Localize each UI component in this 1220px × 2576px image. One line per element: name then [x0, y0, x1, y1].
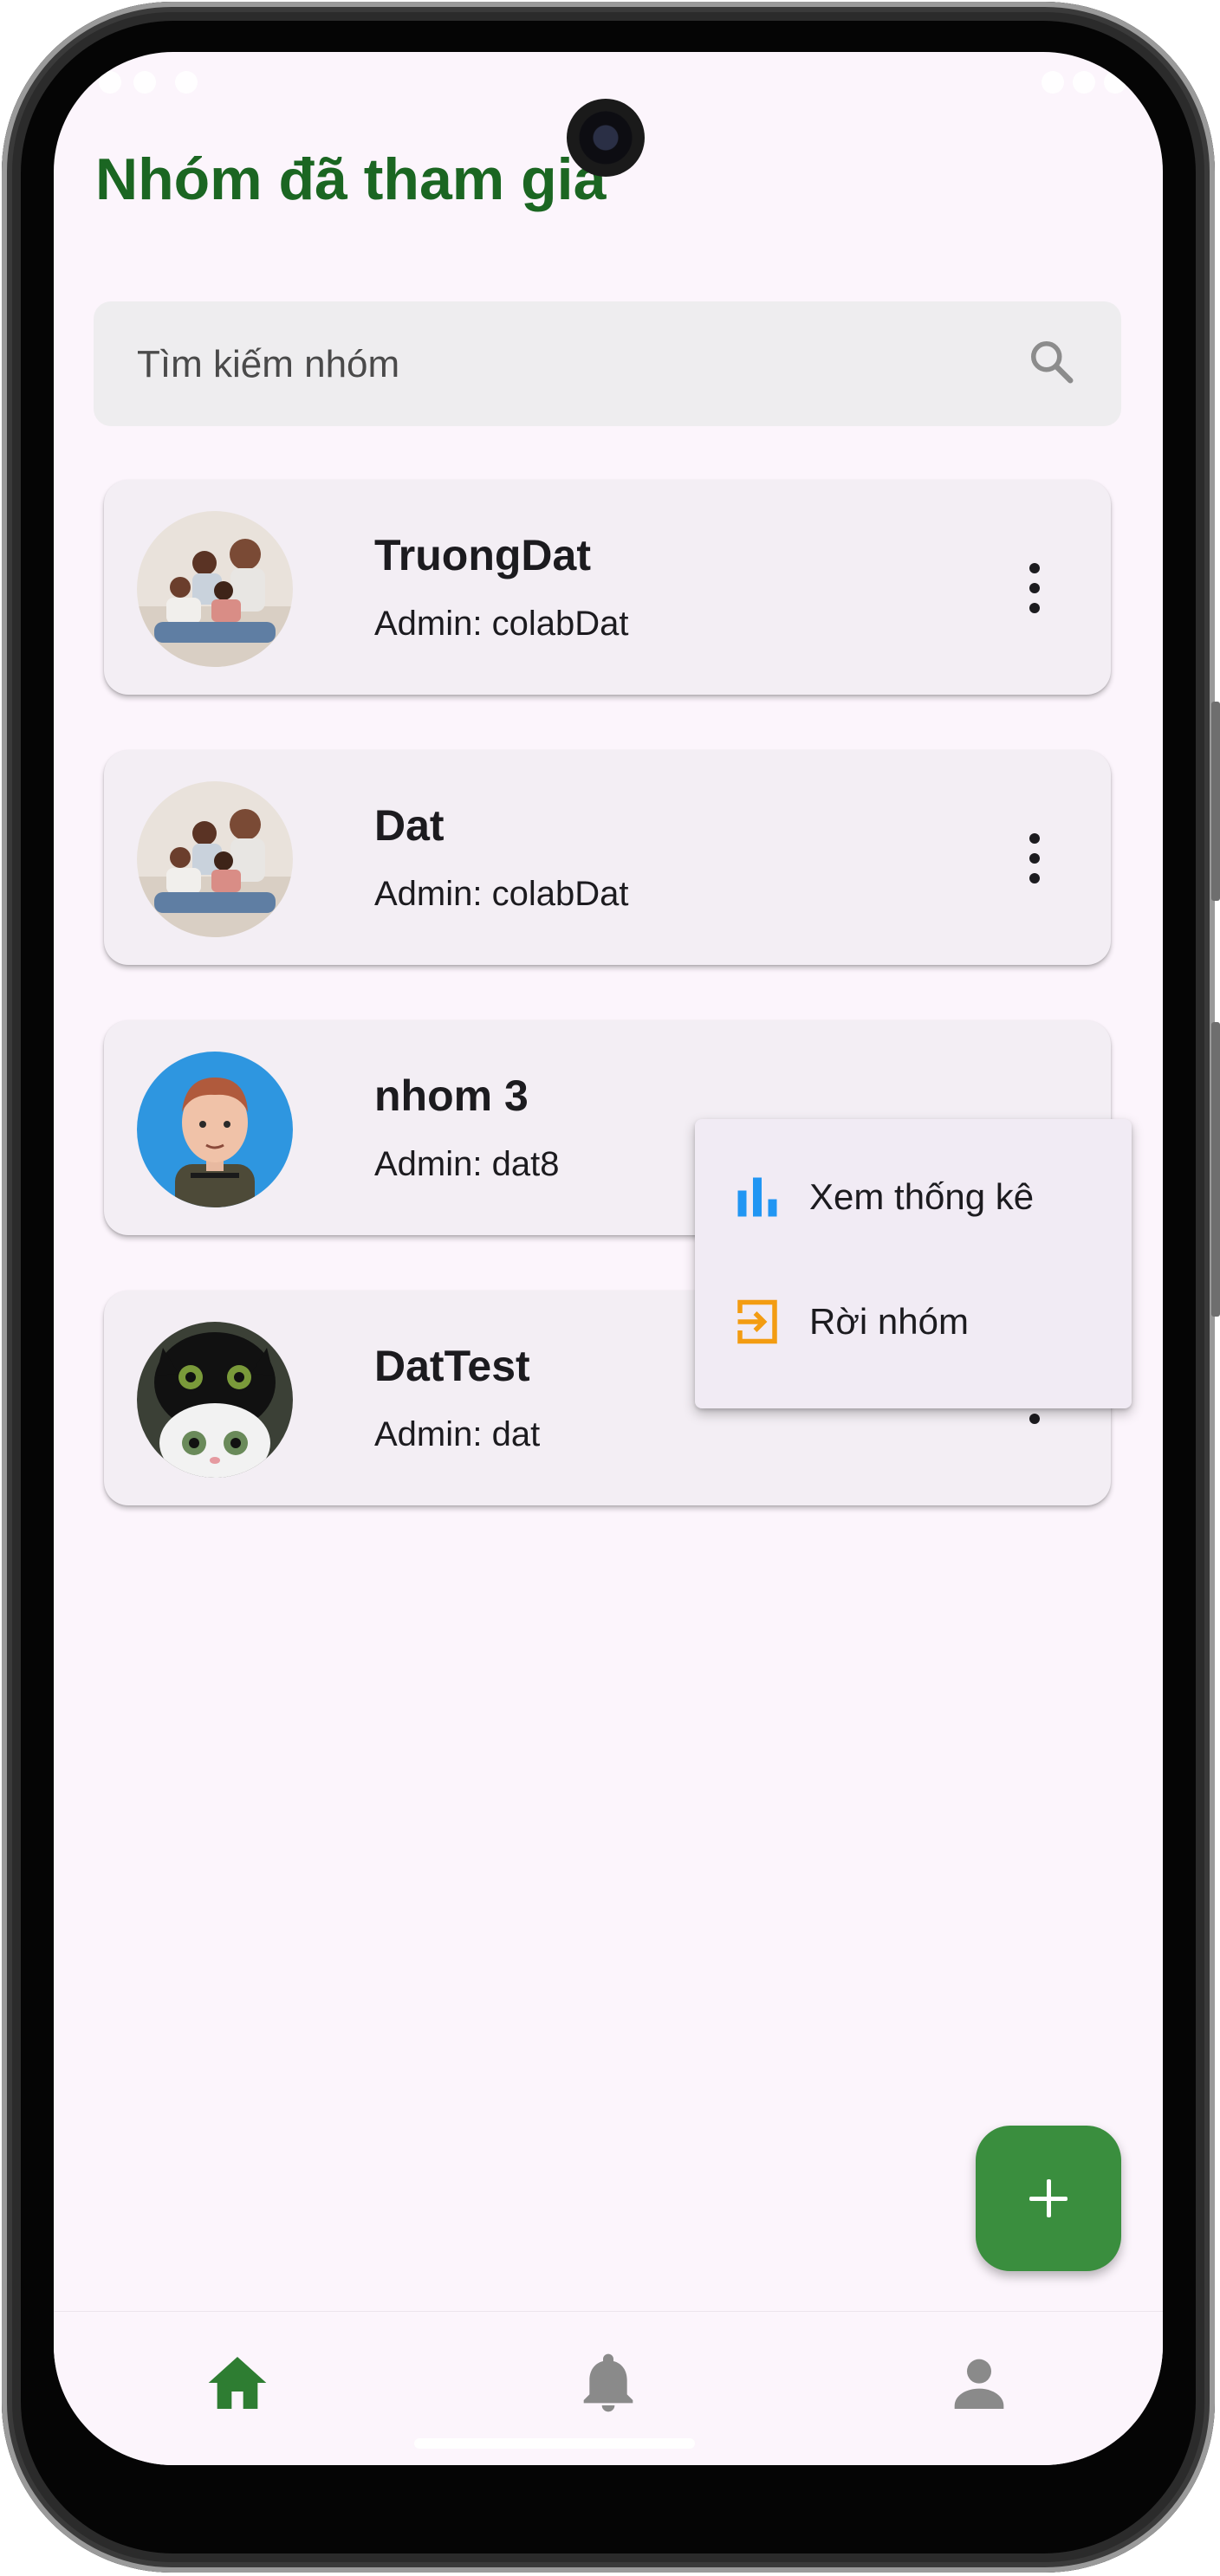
home-icon — [208, 2357, 267, 2409]
front-camera — [567, 99, 645, 177]
group-avatar — [137, 781, 293, 937]
status-icon — [99, 71, 121, 94]
nav-home[interactable] — [203, 2348, 272, 2417]
menu-item-view-stats[interactable]: Xem thống kê — [695, 1136, 1132, 1258]
search-bar[interactable] — [94, 301, 1121, 428]
side-button — [1211, 702, 1220, 901]
nav-profile[interactable] — [944, 2348, 1014, 2417]
menu-item-label: Rời nhóm — [809, 1301, 969, 1342]
signal-icon — [1073, 71, 1095, 94]
menu-item-leave-group[interactable]: Rời nhóm — [695, 1261, 1132, 1382]
wifi-icon — [1042, 71, 1064, 94]
more-options-icon[interactable] — [1017, 828, 1052, 890]
group-admin: Admin: colabDat — [374, 605, 629, 643]
group-name: nhom 3 — [374, 1071, 529, 1120]
page-title: Nhóm đã tham gia — [95, 146, 607, 212]
search-input[interactable] — [135, 301, 1005, 428]
group-card[interactable]: Dat Admin: colabDat — [104, 750, 1111, 965]
group-name: TruongDat — [374, 531, 591, 579]
search-icon[interactable] — [1026, 336, 1078, 388]
menu-item-label: Xem thống kê — [809, 1176, 1035, 1217]
bell-icon — [583, 2353, 633, 2412]
status-icon — [133, 71, 156, 94]
group-name: Dat — [374, 801, 445, 850]
bar-chart-icon — [737, 1177, 777, 1217]
group-admin: Admin: dat8 — [374, 1145, 560, 1183]
group-card[interactable]: TruongDat Admin: colabDat — [104, 480, 1111, 695]
more-options-icon[interactable] — [1017, 558, 1052, 620]
group-avatar — [137, 511, 293, 667]
home-indicator[interactable] — [414, 2438, 695, 2449]
nav-notifications[interactable] — [574, 2348, 643, 2417]
exit-icon — [737, 1299, 777, 1344]
add-group-button[interactable] — [976, 2126, 1121, 2271]
group-options-menu: Xem thống kê Rời nhóm — [695, 1119, 1132, 1408]
group-avatar — [137, 1052, 293, 1207]
person-icon — [954, 2359, 1004, 2409]
app-screen: Nhóm đã tham gia TruongDat — [54, 52, 1163, 2465]
group-name: DatTest — [374, 1342, 530, 1390]
status-icon — [175, 71, 198, 94]
group-avatar — [137, 1322, 293, 1478]
group-admin: Admin: dat — [374, 1415, 541, 1453]
side-button — [1211, 1022, 1220, 1317]
plus-icon — [1047, 2179, 1051, 2217]
group-admin: Admin: colabDat — [374, 875, 629, 913]
battery-icon — [1104, 71, 1126, 94]
